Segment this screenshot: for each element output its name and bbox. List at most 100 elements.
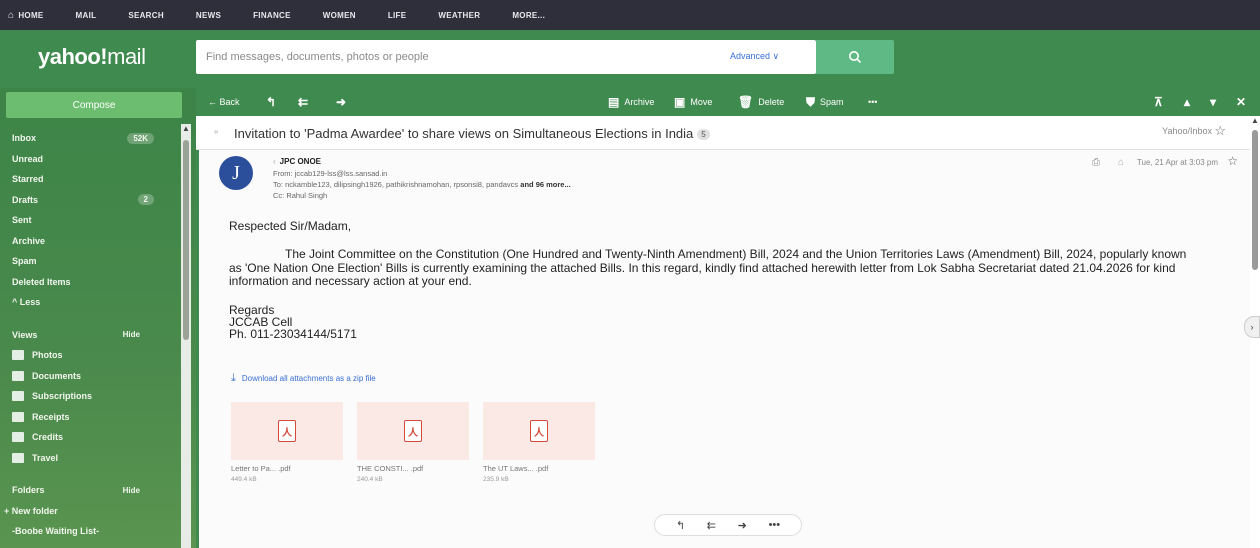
star-icon[interactable]: ☆ [1214,123,1226,139]
nav-home[interactable]: ⌂ HOME [8,10,44,21]
nav-finance[interactable]: FINANCE [253,11,291,20]
delete-button[interactable]: 🗑 Delete [738,88,784,116]
forward-icon[interactable]: ➜ [738,519,747,532]
more-recipients-link[interactable]: and 96 more... [520,180,570,189]
attachment-name[interactable]: The UT Laws... .pdf [483,464,548,473]
pdf-file-icon: 人 [278,420,296,442]
sidebar-item-subscriptions[interactable]: Subscriptions [0,386,180,407]
advanced-search-link[interactable]: Advanced ∨ [730,51,779,62]
scrollbar-thumb[interactable] [1252,130,1258,270]
sidebar-item-documents[interactable]: Documents [0,366,180,387]
sidebar-item-inbox[interactable]: Inbox 52K [0,128,180,149]
sidebar-item-sent[interactable]: Sent [0,210,180,231]
close-message-button[interactable]: ✕ [1236,88,1246,116]
nav-weather[interactable]: WEATHER [438,11,480,20]
drafts-count-badge: 2 [137,194,154,206]
nav-more[interactable]: MORE... [512,11,545,20]
quick-reply-bar: ↰ ⇇ ➜ ••• [654,514,802,536]
archive-button[interactable]: ▤ Archive [608,88,654,116]
nav-women[interactable]: WOMEN [323,11,356,20]
expand-chevron-icon: ‹ [273,157,276,166]
collapse-chevron-icon[interactable]: « [214,127,218,136]
message-date: Tue, 21 Apr at 3:03 pm [1136,158,1218,167]
star-message-icon[interactable]: ☆ [1227,154,1238,168]
compose-button[interactable]: Compose [6,92,182,118]
to-line: To: nckamble123, dilipsingh1926, pathikr… [273,180,571,189]
forward-button[interactable]: ➜ [336,88,346,116]
next-message-button[interactable]: ▾ [1210,88,1216,116]
sidebar-less-toggle[interactable]: ^ Less [0,292,180,313]
download-all-link[interactable]: ⤓ Download all attachments as a zip file [231,372,376,385]
more-actions-button[interactable]: ••• [868,88,877,116]
sidebar-item-custom-folder-2[interactable]: amazon [0,542,180,548]
search-button[interactable] [816,40,894,74]
reply-all-icon[interactable]: ⇇ [707,519,716,532]
nav-search[interactable]: SEARCH [128,11,164,20]
scroll-up-arrow-icon[interactable]: ▲ [1251,116,1259,125]
sidebar-item-archive[interactable]: Archive [0,231,180,252]
folders-hide-button[interactable]: Hide [123,486,140,495]
more-options-button[interactable]: ••• [769,519,781,531]
sidebar: Compose Inbox 52K Unread Starred Drafts 2 … [0,88,196,548]
sidebar-item-label: -Boobe Waiting List- [12,526,100,537]
attachment-card[interactable]: 人 [483,402,595,460]
attachment-name[interactable]: Letter to Pa... .pdf [231,464,291,473]
forward-icon: ➜ [336,95,347,109]
expand-right-panel-button[interactable]: › [1244,316,1260,338]
attachment-card[interactable]: 人 [357,402,469,460]
new-folder-button[interactable]: + New folder [0,501,180,522]
top-nav: ⌂ HOME MAIL SEARCH NEWS FINANCE WOMEN LIF… [0,0,1260,30]
sidebar-item-receipts[interactable]: Receipts [0,407,180,428]
scrollbar-thumb[interactable] [183,140,189,340]
from-address[interactable]: jccab129-lss@lss.sansad.in [295,169,388,178]
sidebar-item-spam[interactable]: Spam [0,251,180,272]
reply-all-button[interactable]: ⇇ [298,88,308,116]
home-icon: ⌂ [8,9,15,21]
attachment-card[interactable]: 人 [231,402,343,460]
move-icon: ▣ [674,95,686,109]
scroll-up-arrow-icon[interactable]: ▲ [182,124,190,133]
tag-icon[interactable]: ⌂ [1118,157,1124,168]
sender-avatar[interactable]: J [219,156,253,190]
message-pane: « Invitation to 'Padma Awardee' to share… [196,116,1250,548]
views-hide-button[interactable]: Hide [123,330,140,339]
views-section-header: Views Hide [0,325,180,346]
search-input[interactable] [206,40,686,74]
folders-section-header: Folders Hide [0,480,180,501]
move-button[interactable]: ▣ Move [674,88,712,116]
previous-message-button[interactable]: ▴ [1184,88,1190,116]
attachment-name[interactable]: THE CONSTI... .pdf [357,464,423,473]
subject-text: Invitation to 'Padma Awardee' to share v… [234,126,694,141]
back-button[interactable]: ← Back [208,88,240,116]
sidebar-item-custom-folder[interactable]: -Boobe Waiting List- [0,521,180,542]
message-paragraph: The Joint Committee on the Constitution … [229,247,1187,288]
folder-path[interactable]: Yahoo/Inbox [1162,126,1212,136]
to-recipients[interactable]: nckamble123, dilipsingh1926, pathikrishn… [285,180,518,189]
sidebar-scrollbar[interactable]: ▲ [181,124,191,548]
print-icon[interactable]: ⎙ [1092,157,1100,168]
sidebar-item-drafts[interactable]: Drafts 2 [0,190,180,211]
cc-recipients[interactable]: Rahul Singh [286,191,327,200]
reply-button[interactable]: ↰ [266,88,276,116]
sidebar-item-travel[interactable]: Travel [0,448,180,469]
sender-name[interactable]: ‹ JPC ONOE [273,157,321,166]
archive-icon: ▤ [608,95,620,109]
sidebar-item-label: Receipts [32,411,70,422]
reply-icon[interactable]: ↰ [676,519,685,532]
nav-life[interactable]: LIFE [388,11,407,20]
sidebar-item-credits[interactable]: Credits [0,427,180,448]
nav-mail[interactable]: MAIL [76,11,97,20]
sidebar-item-photos[interactable]: Photos [0,345,180,366]
nav-home-label: HOME [18,10,44,20]
yahoo-mail-logo[interactable]: yahoo!mail [38,44,146,70]
sidebar-item-label: Deleted Items [12,276,71,287]
collapse-thread-button[interactable]: ⊼ [1154,88,1163,116]
spam-button[interactable]: ⛊ Spam [806,88,844,116]
trash-icon: 🗑 [738,95,754,109]
sidebar-item-unread[interactable]: Unread [0,149,180,170]
sidebar-item-starred[interactable]: Starred [0,169,180,190]
sidebar-item-deleted[interactable]: Deleted Items [0,272,180,293]
folders-title: Folders [12,485,45,496]
nav-news[interactable]: NEWS [196,11,221,20]
